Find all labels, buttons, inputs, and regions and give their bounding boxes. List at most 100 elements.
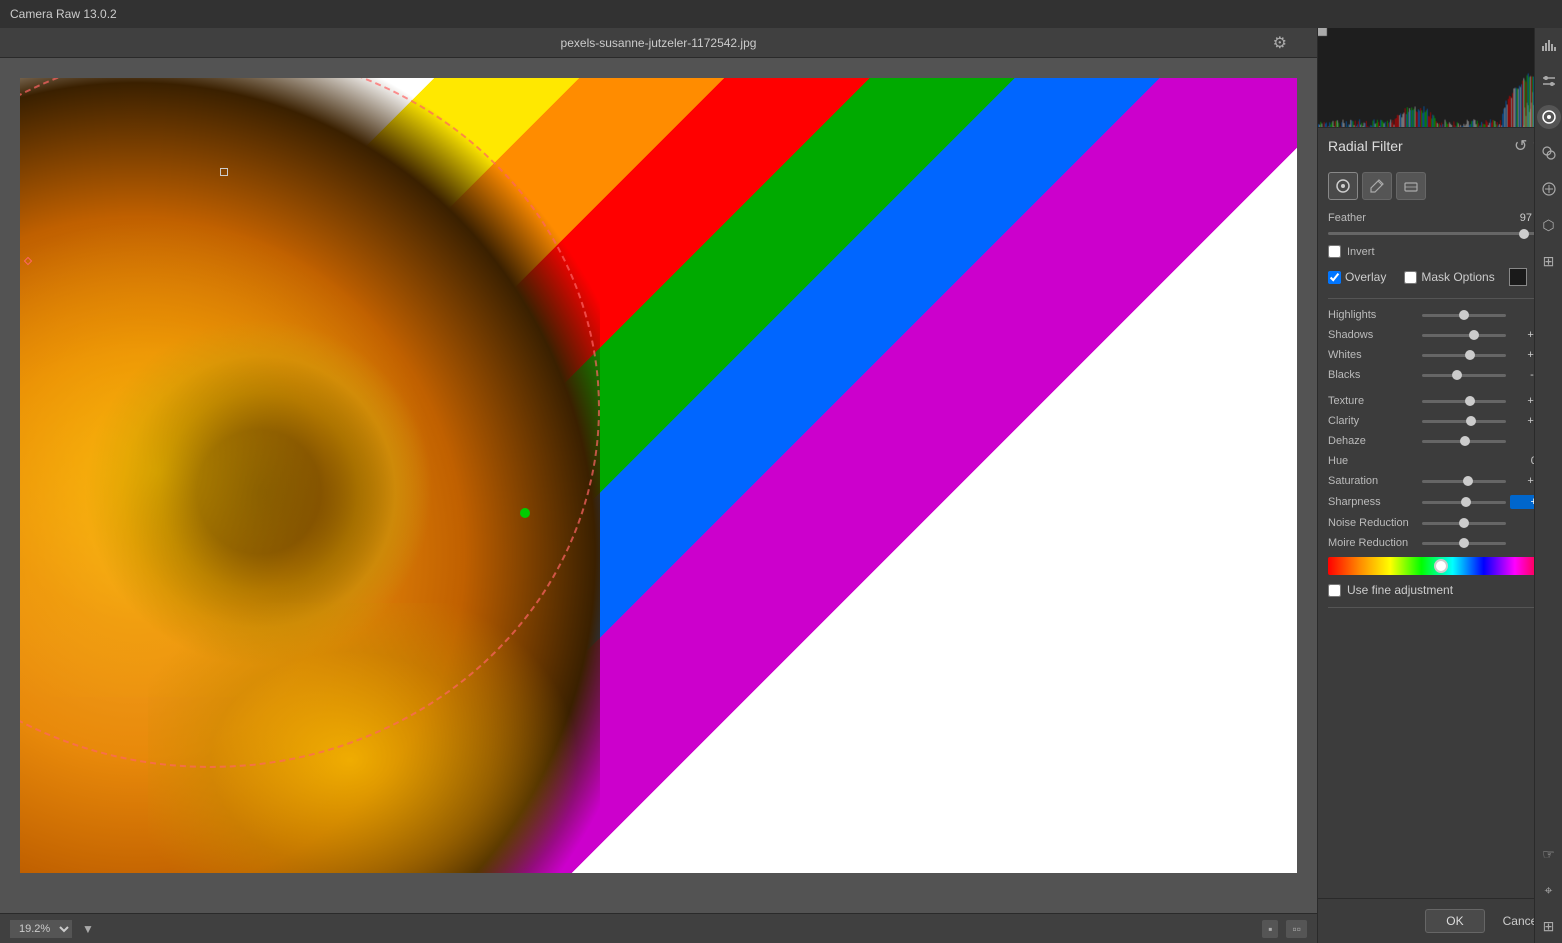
blacks-thumb[interactable] (1452, 370, 1462, 380)
clarity-label: Clarity (1328, 415, 1418, 427)
tool-icons-row (1328, 172, 1546, 200)
fine-adjustment-row: Use fine adjustment (1328, 583, 1546, 597)
panel-scroll-wrapper: Radial Filter ↺ ••• (1318, 128, 1562, 898)
sharpness-label: Sharpness (1328, 496, 1418, 508)
saturation-label: Saturation (1328, 475, 1418, 487)
slider-row-highlights: Highlights 0 (1328, 309, 1546, 321)
saturation-slider[interactable] (1422, 480, 1506, 483)
feather-slider[interactable] (1328, 232, 1546, 235)
hand-icon-btn[interactable]: ☞ (1537, 842, 1561, 866)
whites-thumb[interactable] (1465, 350, 1475, 360)
radial-filter-handle-top[interactable] (220, 168, 228, 176)
dehaze-slider[interactable] (1422, 440, 1506, 443)
radial-tool-btn[interactable] (1328, 172, 1358, 200)
detail-icon-btn[interactable] (1537, 177, 1561, 201)
reset-icon[interactable]: ↺ (1514, 136, 1527, 156)
whites-slider[interactable] (1422, 354, 1506, 357)
hue-slider-row: Hue 0.0 (1328, 455, 1546, 467)
highlights-label: Highlights (1328, 309, 1418, 321)
right-panel: Radial Filter ↺ ••• (1317, 28, 1562, 943)
moire reduction-label: Moire Reduction (1328, 537, 1418, 549)
saturation-thumb[interactable] (1463, 476, 1473, 486)
canvas-area: pexels-susanne-jutzeler-1172542.jpg ⚙ (0, 28, 1317, 943)
filename-label: pexels-susanne-jutzeler-1172542.jpg (561, 36, 757, 50)
shadows-thumb[interactable] (1469, 330, 1479, 340)
texture-slider[interactable] (1422, 400, 1506, 403)
whites-label: Whites (1328, 349, 1418, 361)
mask-options-checkbox[interactable] (1404, 271, 1417, 284)
color-swatch[interactable] (1509, 268, 1527, 286)
invert-label: Invert (1347, 246, 1375, 258)
dehaze-thumb[interactable] (1460, 436, 1470, 446)
slider-row-texture: Texture +27 (1328, 395, 1546, 407)
hue-gradient-thumb[interactable] (1434, 559, 1448, 573)
slider-row-clarity: Clarity +29 (1328, 415, 1546, 427)
sharpness-slider[interactable] (1422, 501, 1506, 504)
title-bar: Camera Raw 13.0.2 (0, 0, 1562, 28)
slider-row-saturation: Saturation +19 (1328, 475, 1546, 487)
blacks-slider[interactable] (1422, 374, 1506, 377)
shadows-slider[interactable] (1422, 334, 1506, 337)
overlay-label: Overlay (1345, 270, 1386, 284)
status-icons: ▪ ▫▫ (1262, 920, 1307, 938)
filename-bar: pexels-susanne-jutzeler-1172542.jpg ⚙ (0, 28, 1317, 58)
bottom-buttons: OK Cancel (1318, 898, 1562, 943)
geometry-icon-btn[interactable]: ⊞ (1537, 249, 1561, 273)
brush-tool-btn[interactable] (1362, 172, 1392, 200)
feather-value: 97 (1520, 212, 1532, 224)
dehaze-label: Dehaze (1328, 435, 1418, 447)
eraser-tool-btn[interactable] (1396, 172, 1426, 200)
moire reduction-slider[interactable] (1422, 542, 1506, 545)
slider-row-dehaze: Dehaze +3 (1328, 435, 1546, 447)
noise reduction-thumb[interactable] (1459, 518, 1469, 528)
clarity-thumb[interactable] (1466, 416, 1476, 426)
ok-button[interactable]: OK (1425, 909, 1484, 933)
mask-options-label: Mask Options (1421, 270, 1494, 284)
sunflower-bottom (148, 603, 598, 874)
overlay-checkbox[interactable] (1328, 271, 1341, 284)
clarity-slider[interactable] (1422, 420, 1506, 423)
fine-adjustment-checkbox[interactable] (1328, 584, 1341, 597)
zoom-dropdown-icon[interactable]: ▼ (82, 922, 94, 936)
texture-label: Texture (1328, 395, 1418, 407)
zoom-select[interactable]: 19.2% (10, 920, 72, 938)
section-divider-1 (1328, 298, 1546, 299)
invert-checkbox[interactable] (1328, 245, 1341, 258)
highlights-thumb[interactable] (1459, 310, 1469, 320)
noise reduction-slider[interactable] (1422, 522, 1506, 525)
invert-row: Invert (1328, 245, 1546, 258)
sliders-container: Highlights 0 Shadows +50 Whites +26 Blac… (1328, 309, 1546, 549)
highlights-slider[interactable] (1422, 314, 1506, 317)
settings-icon[interactable]: ⚙ (1273, 33, 1287, 53)
panel-title: Radial Filter (1328, 138, 1403, 154)
color-mixer-icon-btn[interactable] (1537, 141, 1561, 165)
histogram-icon-btn[interactable] (1537, 33, 1561, 57)
radial-filter-panel[interactable]: Radial Filter ↺ ••• (1318, 128, 1562, 898)
overlay-check: Overlay (1328, 270, 1386, 284)
slider-row-whites: Whites +26 (1328, 349, 1546, 361)
radial-filter-icon-btn[interactable] (1537, 105, 1561, 129)
app-title: Camera Raw 13.0.2 (10, 7, 117, 21)
grid-icon-btn[interactable]: ⊞ (1537, 914, 1561, 938)
feather-thumb[interactable] (1519, 229, 1529, 239)
adjust-icon-btn[interactable] (1537, 69, 1561, 93)
view-mode-icon-2[interactable]: ▫▫ (1286, 920, 1307, 938)
slider-row-shadows: Shadows +50 (1328, 329, 1546, 341)
image-canvas (0, 58, 1317, 913)
radial-filter-handle-center[interactable] (520, 508, 530, 518)
eyedropper-icon-btn[interactable]: ⌖ (1537, 878, 1561, 902)
feather-label: Feather (1328, 212, 1520, 224)
optics-icon-btn[interactable]: ⬡ (1537, 213, 1561, 237)
sharpness-thumb[interactable] (1461, 497, 1471, 507)
view-mode-icon-1[interactable]: ▪ (1262, 920, 1278, 938)
moire reduction-thumb[interactable] (1459, 538, 1469, 548)
texture-thumb[interactable] (1465, 396, 1475, 406)
slider-row-moire-reduction: Moire Reduction 0 (1328, 537, 1546, 549)
hue-gradient-bar[interactable] (1328, 557, 1546, 575)
histogram-canvas (1318, 28, 1562, 127)
histogram (1318, 28, 1562, 128)
blacks-label: Blacks (1328, 369, 1418, 381)
noise reduction-label: Noise Reduction (1328, 517, 1418, 529)
slider-row-blacks: Blacks -28 (1328, 369, 1546, 381)
feather-row: Feather 97 (1328, 212, 1546, 224)
